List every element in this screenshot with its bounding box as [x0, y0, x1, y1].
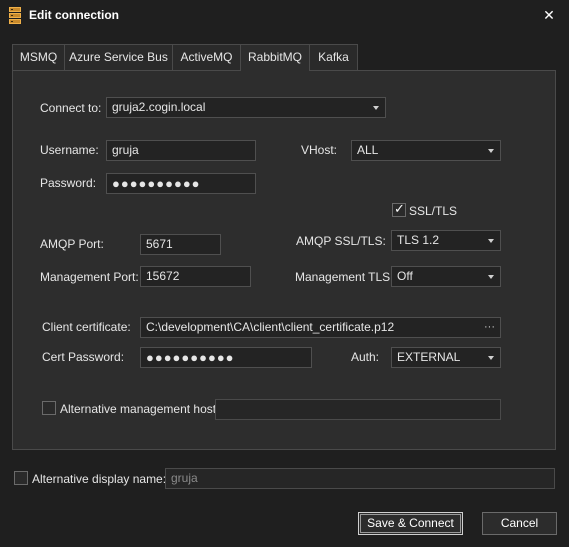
client-certificate-label: Client certificate:	[42, 320, 131, 334]
cert-password-field[interactable]: ●●●●●●●●●●	[140, 347, 312, 368]
alt-management-host-checkbox[interactable]	[42, 401, 56, 415]
management-tls-select[interactable]: Off	[391, 266, 501, 287]
auth-select[interactable]: EXTERNAL	[391, 347, 501, 368]
alt-management-host-label: Alternative management host:	[60, 402, 220, 416]
password-label: Password:	[40, 176, 97, 190]
tab-activemq[interactable]: ActiveMQ	[172, 44, 241, 70]
auth-value: EXTERNAL	[397, 350, 461, 364]
ssl-tls-checkbox[interactable]: ✓	[392, 201, 406, 217]
alt-management-host-field[interactable]	[215, 399, 501, 420]
window-title: Edit connection	[29, 8, 119, 22]
rabbitmq-panel	[12, 70, 556, 450]
cancel-button[interactable]: Cancel	[482, 512, 557, 535]
vhost-value: ALL	[357, 143, 379, 157]
connect-to-value: gruja2.cogin.local	[112, 100, 206, 114]
browse-button[interactable]: ···	[484, 318, 495, 337]
connect-to-select[interactable]: gruja2.cogin.local	[106, 97, 386, 118]
tab-kafka[interactable]: Kafka	[309, 44, 358, 70]
chevron-down-icon	[488, 149, 494, 153]
management-port-label: Management Port:	[40, 270, 139, 284]
amqp-ssl-label: AMQP SSL/TLS:	[296, 234, 386, 248]
close-icon[interactable]: ✕	[538, 4, 560, 26]
amqp-port-label: AMQP Port:	[40, 237, 104, 251]
tab-msmq[interactable]: MSMQ	[12, 44, 65, 70]
chevron-down-icon	[488, 239, 494, 243]
amqp-ssl-value: TLS 1.2	[397, 233, 440, 247]
server-stack-icon	[9, 7, 21, 24]
management-tls-value: Off	[397, 269, 413, 283]
alt-display-name-label: Alternative display name:	[32, 472, 167, 486]
amqp-ssl-select[interactable]: TLS 1.2	[391, 230, 501, 251]
tab-azure-service-bus[interactable]: Azure Service Bus	[64, 44, 173, 70]
alt-display-name-checkbox[interactable]	[14, 471, 28, 485]
tab-rabbitmq[interactable]: RabbitMQ	[240, 44, 310, 71]
management-tls-label: Management TLS:	[295, 270, 394, 284]
alt-display-name-field[interactable]: gruja	[165, 468, 555, 489]
password-field[interactable]: ●●●●●●●●●●	[106, 173, 256, 194]
save-connect-button[interactable]: Save & Connect	[358, 512, 463, 535]
auth-label: Auth:	[351, 350, 380, 364]
connect-to-label: Connect to:	[40, 101, 102, 115]
ssl-tls-label: SSL/TLS	[409, 204, 458, 218]
client-certificate-value: C:\development\CA\client\client_certific…	[146, 320, 395, 334]
checkmark-icon: ✓	[394, 201, 405, 216]
management-port-field[interactable]: 15672	[140, 266, 251, 287]
amqp-port-field[interactable]: 5671	[140, 234, 221, 255]
chevron-down-icon	[373, 106, 379, 110]
vhost-label: VHost:	[301, 143, 338, 157]
cert-password-label: Cert Password:	[42, 350, 125, 364]
username-field[interactable]: gruja	[106, 140, 256, 161]
chevron-down-icon	[488, 275, 494, 279]
vhost-select[interactable]: ALL	[351, 140, 501, 161]
username-label: Username:	[40, 143, 99, 157]
chevron-down-icon	[488, 356, 494, 360]
client-certificate-field[interactable]: C:\development\CA\client\client_certific…	[140, 317, 501, 338]
